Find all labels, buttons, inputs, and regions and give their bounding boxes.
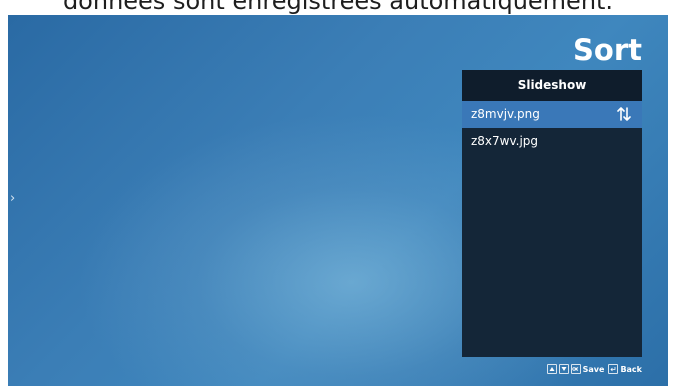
back-key-icon	[608, 364, 619, 374]
panel-header: Slideshow	[462, 70, 642, 101]
tv-screen: › Sort Slideshow z8mvjv.png z8x7wv.jpg S…	[8, 15, 668, 386]
page: données sont enregistrées automatiquemen…	[0, 0, 676, 386]
file-item-z8x7wv[interactable]: z8x7wv.jpg	[462, 128, 642, 155]
up-key-icon	[546, 364, 557, 374]
chevron-right-icon[interactable]: ›	[10, 191, 15, 207]
file-item-z8mvjv[interactable]: z8mvjv.png	[462, 101, 642, 128]
sort-panel: Slideshow z8mvjv.png z8x7wv.jpg	[462, 70, 642, 357]
file-name: z8x7wv.jpg	[471, 134, 539, 148]
down-key-icon	[558, 364, 569, 374]
ok-key-icon	[570, 364, 581, 374]
back-hint-label: Back	[620, 364, 642, 374]
reorder-arrows-icon	[617, 107, 631, 121]
save-hint-label: Save	[582, 364, 605, 374]
page-title: Sort	[573, 33, 642, 67]
caption-text: données sont enregistrées automatiquemen…	[62, 0, 614, 15]
key-hints-bar: Save Back	[546, 363, 642, 375]
file-name: z8mvjv.png	[471, 107, 540, 121]
